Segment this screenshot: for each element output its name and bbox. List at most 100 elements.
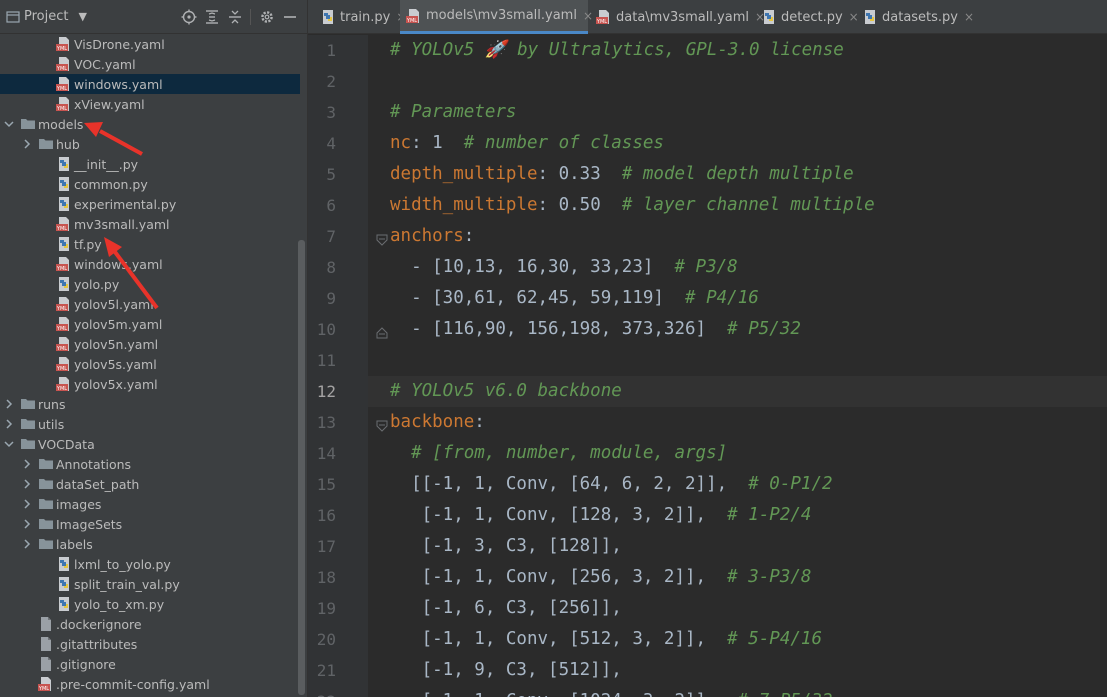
editor-tabs: train.py×YMLmodels\mv3small.yaml×YMLdata… <box>308 0 1107 34</box>
tab-label: data\mv3small.yaml <box>616 9 749 25</box>
code-token: # [from, number, module, args] <box>390 443 728 463</box>
line-number: 20 <box>316 630 336 649</box>
code-token: depth_multiple <box>390 164 538 184</box>
code-token: [-1, 9, C3, [512]], <box>390 660 622 680</box>
line-number: 19 <box>316 599 336 618</box>
line-number: 13 <box>316 413 336 432</box>
tab-detect-py[interactable]: detect.py × <box>755 0 859 34</box>
code-line[interactable]: width_multiple: 0.50 # layer channel mul… <box>390 190 875 221</box>
code-token: : <box>463 226 475 246</box>
code-token: [[-1, 1, Conv, [64, 6, 2, 2]], <box>390 474 749 494</box>
tab-datasets-py[interactable]: datasets.py × <box>856 0 974 34</box>
annotation-arrow-mv3small <box>104 237 159 310</box>
code-editor[interactable]: 1 # YOLOv5 🚀 by Ultralytics, GPL-3.0 lice… <box>308 35 1107 697</box>
code-token: # 1-P2/4 <box>727 505 812 525</box>
line-number: 15 <box>316 475 336 494</box>
yaml-file-icon: YML <box>596 9 612 25</box>
code-token: # P4/16 <box>685 288 759 308</box>
tab-label: datasets.py <box>882 9 959 25</box>
code-line[interactable]: # Parameters <box>390 97 516 128</box>
code-line[interactable]: [-1, 1, Conv, [256, 3, 2]], # 3-P3/8 <box>390 562 812 593</box>
line-number: 10 <box>316 320 336 339</box>
code-token: # P5/32 <box>727 319 801 339</box>
fold-collapse-icon[interactable] <box>376 417 388 432</box>
line-number: 18 <box>316 568 336 587</box>
code-line[interactable]: [-1, 6, C3, [256]], <box>390 593 622 624</box>
tab-models-mv3small-yaml[interactable]: YML models\mv3small.yaml × <box>400 0 593 34</box>
code-token: - [30,61, 62,45, 59,119] <box>390 288 686 308</box>
project-sidebar: Project ▼ YML VisDrone.yaml YML VOC.yaml YML… <box>0 0 307 697</box>
code-token: [-1, 1, Conv, [512, 3, 2]], <box>390 629 728 649</box>
code-token: : <box>474 412 485 432</box>
code-line[interactable]: - [10,13, 16,30, 33,23] # P3/8 <box>390 252 738 283</box>
tab-label: models\mv3small.yaml <box>426 8 577 23</box>
annotation-arrows <box>84 122 159 310</box>
fold-end-icon[interactable] <box>376 324 388 339</box>
code-token: # 5-P4/16 <box>727 629 822 649</box>
line-number: 11 <box>316 351 336 370</box>
code-token: [-1, 1, Conv, [1024, 3, 2]], <box>390 691 738 697</box>
code-line[interactable]: # YOLOv5 🚀 by Ultralytics, GPL-3.0 licen… <box>390 35 844 66</box>
code-line[interactable]: - [116,90, 156,198, 373,326] # P5/32 <box>390 314 801 345</box>
annotation-arrow-models <box>84 122 143 156</box>
tab-data-mv3small-yaml[interactable]: YML data\mv3small.yaml × <box>590 0 765 34</box>
python-file-icon <box>862 9 878 25</box>
code-token: # 0-P1/2 <box>748 474 833 494</box>
code-token: : 1 <box>411 133 464 153</box>
code-token: # 7-P5/32 <box>738 691 833 697</box>
tab-train-py[interactable]: train.py× <box>314 0 406 34</box>
code-token: backbone <box>390 412 475 432</box>
line-number: 2 <box>326 72 336 91</box>
line-number: 4 <box>326 134 336 153</box>
line-number: 12 <box>316 382 336 401</box>
python-file-icon <box>320 9 336 25</box>
code-token: - [10,13, 16,30, 33,23] <box>390 257 675 277</box>
code-line[interactable]: depth_multiple: 0.33 # model depth multi… <box>390 159 854 190</box>
python-file-icon <box>761 9 777 25</box>
code-line[interactable]: [-1, 1, Conv, [1024, 3, 2]], # 7-P5/32 <box>390 686 833 697</box>
code-line[interactable]: [-1, 9, C3, [512]], <box>390 655 622 686</box>
code-token: # number of classes <box>463 133 664 153</box>
code-line[interactable]: nc: 1 # number of classes <box>390 128 664 159</box>
fold-collapse-icon[interactable] <box>376 231 388 246</box>
code-line[interactable]: [-1, 3, C3, [128]], <box>390 531 622 562</box>
code-token: [-1, 1, Conv, [128, 3, 2]], <box>390 505 728 525</box>
line-number: 6 <box>326 196 336 215</box>
svg-text:YML: YML <box>406 18 417 24</box>
code-token: # Parameters <box>390 102 517 122</box>
line-number: 8 <box>326 258 336 277</box>
code-line[interactable]: [-1, 1, Conv, [128, 3, 2]], # 1-P2/4 <box>390 500 812 531</box>
code-token: # model depth multiple <box>621 164 854 184</box>
code-token: : 0.33 <box>537 164 622 184</box>
tab-label: detect.py <box>781 9 843 25</box>
code-token: # P3/8 <box>674 257 738 277</box>
code-token: # YOLOv5 v6.0 backbone <box>390 381 622 401</box>
close-icon[interactable]: × <box>964 10 974 24</box>
code-token: [-1, 1, Conv, [256, 3, 2]], <box>390 567 728 587</box>
code-token: nc <box>390 133 412 153</box>
line-number: 3 <box>326 103 336 122</box>
code-token: [-1, 3, C3, [128]], <box>390 536 622 556</box>
tab-label: train.py <box>340 9 391 25</box>
code-line[interactable]: [[-1, 1, Conv, [64, 6, 2, 2]], # 0-P1/2 <box>390 469 833 500</box>
code-line[interactable]: # [from, number, module, args] <box>390 438 727 469</box>
code-line[interactable]: anchors: <box>390 221 474 252</box>
line-number: 17 <box>316 537 336 556</box>
line-number: 14 <box>316 444 336 463</box>
code-token: # layer channel multiple <box>621 195 875 215</box>
code-line[interactable]: backbone: <box>390 407 485 438</box>
code-line[interactable]: [-1, 1, Conv, [512, 3, 2]], # 5-P4/16 <box>390 624 822 655</box>
line-number: 1 <box>326 41 336 60</box>
line-number: 21 <box>316 661 336 680</box>
line-number: 9 <box>326 289 336 308</box>
code-token: : 0.50 <box>537 195 622 215</box>
code-line[interactable]: # YOLOv5 v6.0 backbone <box>390 376 622 407</box>
code-token: # YOLOv5 🚀 by Ultralytics, GPL-3.0 licen… <box>390 40 844 60</box>
ide-window: Project ▼ YML VisDrone.yaml YML VOC.yaml YML… <box>0 0 1107 697</box>
code-token: anchors <box>390 226 464 246</box>
line-number: 7 <box>326 227 336 246</box>
code-token: width_multiple <box>390 195 538 215</box>
line-number: 5 <box>326 165 336 184</box>
code-token: [-1, 6, C3, [256]], <box>390 598 622 618</box>
code-line[interactable]: - [30,61, 62,45, 59,119] # P4/16 <box>390 283 759 314</box>
